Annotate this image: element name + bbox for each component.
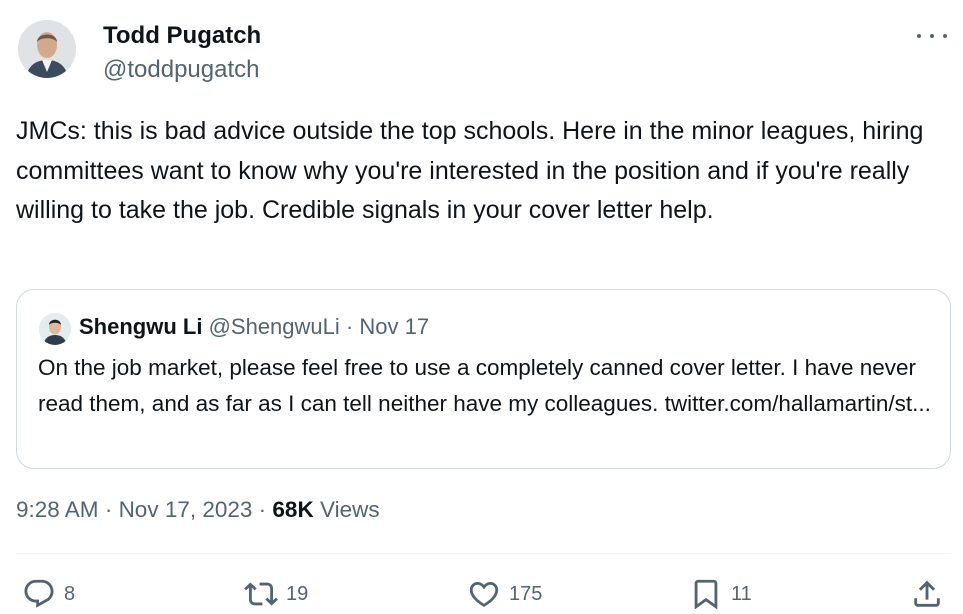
quote-avatar[interactable] bbox=[39, 313, 71, 345]
meta-separator: · bbox=[98, 497, 119, 522]
share-button[interactable] bbox=[910, 576, 944, 612]
bookmark-icon bbox=[694, 579, 718, 610]
more-icon[interactable] bbox=[917, 24, 947, 48]
more-dot bbox=[917, 34, 921, 38]
tweet-time[interactable]: 9:28 AM bbox=[16, 497, 99, 522]
share-icon bbox=[914, 580, 940, 607]
quote-separator: · bbox=[339, 314, 360, 339]
bookmark-count: 11 bbox=[731, 582, 752, 605]
reply-button[interactable]: 8 bbox=[22, 576, 75, 612]
quote-date[interactable]: Nov 17 bbox=[359, 314, 429, 339]
tweet-meta: 9:28 AM · Nov 17, 2023 · 68K Views bbox=[16, 497, 380, 523]
reply-count: 8 bbox=[64, 582, 76, 605]
like-button[interactable]: 175 bbox=[467, 576, 542, 612]
quote-text: On the job market, please feel free to u… bbox=[38, 355, 931, 416]
retweet-count: 19 bbox=[286, 582, 309, 605]
views-label: Views bbox=[319, 497, 380, 522]
quote-author-handle[interactable]: @ShengwuLi bbox=[209, 314, 340, 339]
quote-author-name[interactable]: Shengwu Li bbox=[79, 314, 202, 339]
meta-separator: · bbox=[252, 497, 273, 522]
quoted-tweet[interactable]: Shengwu Li @ShengwuLi · Nov 17 On the jo… bbox=[16, 289, 951, 469]
retweet-icon bbox=[244, 582, 278, 606]
author-avatar[interactable] bbox=[18, 20, 76, 78]
like-count: 175 bbox=[509, 582, 543, 605]
divider bbox=[16, 553, 951, 554]
more-dot bbox=[930, 34, 934, 38]
tweet-text: JMCs: this is bad advice outside the top… bbox=[16, 117, 924, 224]
retweet-button[interactable]: 19 bbox=[244, 576, 308, 612]
bookmark-button[interactable]: 11 bbox=[689, 576, 752, 612]
views-count: 68K bbox=[272, 497, 314, 522]
tweet-date[interactable]: Nov 17, 2023 bbox=[119, 497, 253, 522]
author-name[interactable]: Todd Pugatch bbox=[103, 22, 261, 50]
tweet: Todd Pugatch @toddpugatch JMCs: this is … bbox=[0, 0, 963, 614]
heart-icon bbox=[469, 581, 499, 607]
more-dot bbox=[943, 34, 947, 38]
reply-icon bbox=[24, 579, 54, 608]
quote-header: Shengwu Li @ShengwuLi · Nov 17 bbox=[79, 314, 429, 340]
author-handle[interactable]: @toddpugatch bbox=[103, 56, 259, 84]
